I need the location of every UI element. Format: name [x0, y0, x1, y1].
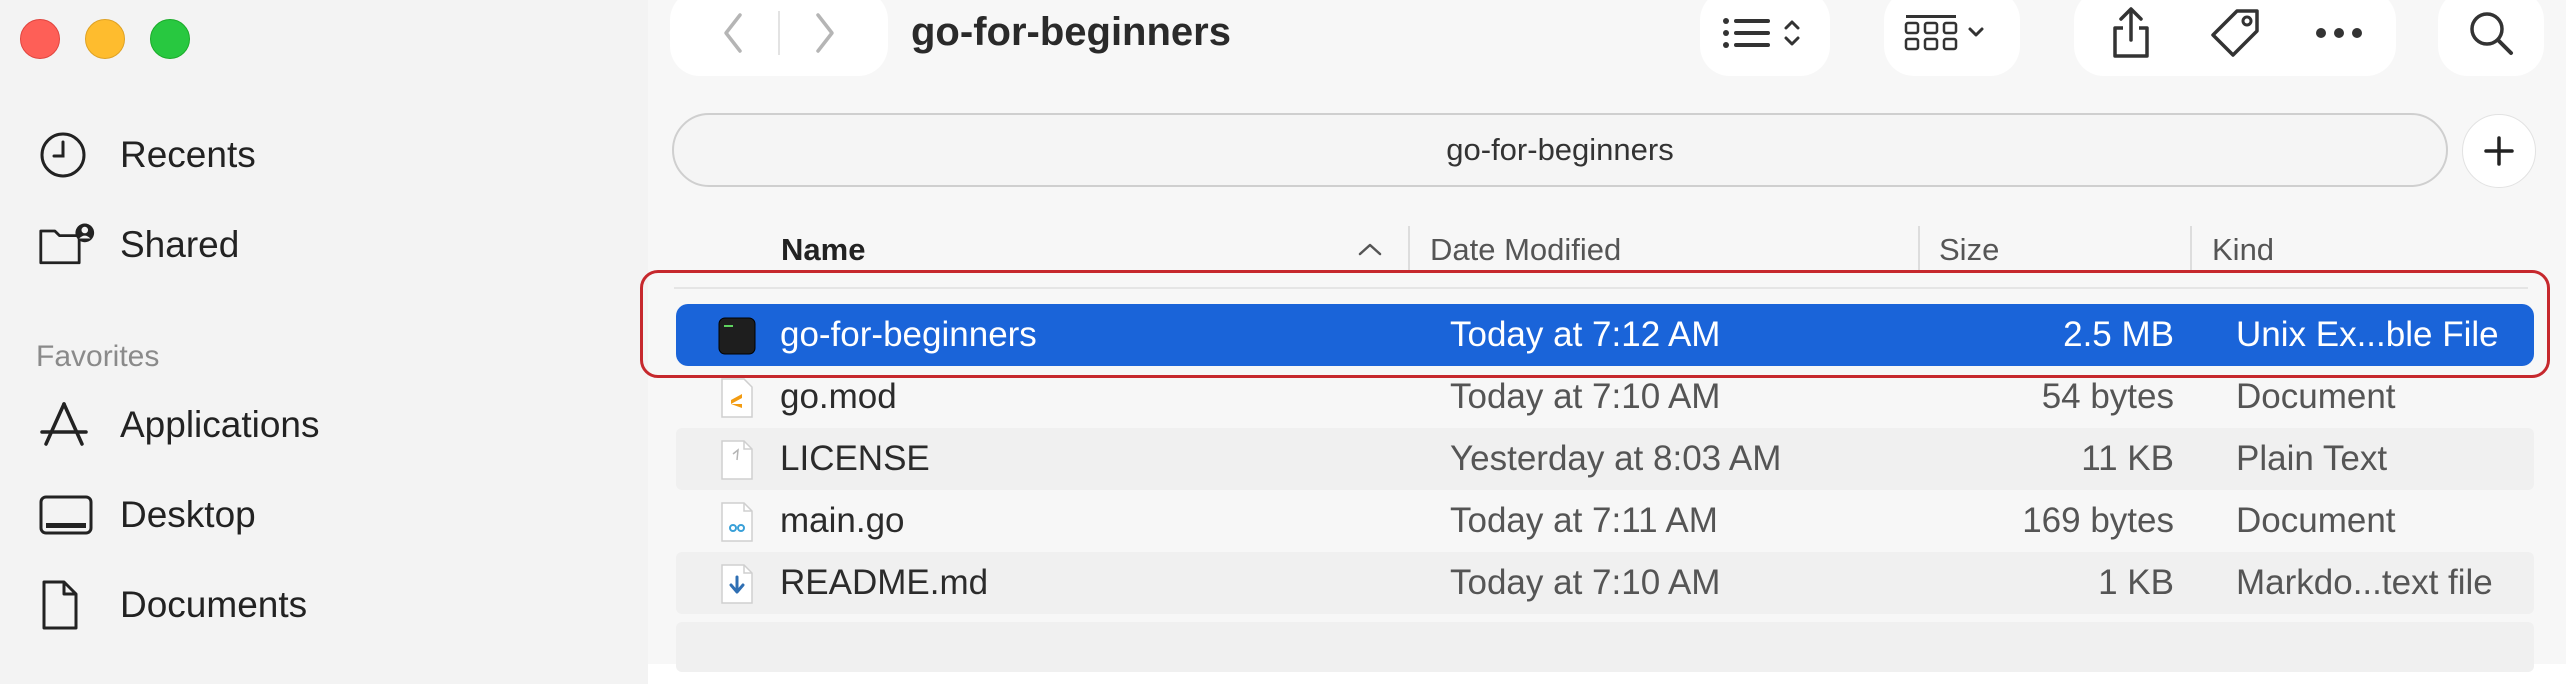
column-header-kind[interactable]: Kind: [2212, 232, 2274, 268]
group-view-button[interactable]: [1884, 0, 2020, 76]
file-size: 1 KB: [2098, 563, 2174, 602]
sidebar-item-label: Applications: [120, 404, 320, 445]
file-date: Yesterday at 8:03 AM: [1450, 439, 1782, 478]
file-name: main.go: [780, 501, 905, 540]
minimize-window-button[interactable]: [85, 19, 125, 59]
forward-button[interactable]: [780, 11, 870, 55]
sidebar-item-label: Desktop: [120, 494, 256, 535]
file-size: 11 KB: [2081, 439, 2174, 478]
sort-ascending-icon[interactable]: [1358, 242, 1382, 256]
column-header-date-modified[interactable]: Date Modified: [1430, 232, 1621, 268]
file-kind: Markdo...text file: [2236, 563, 2493, 602]
chevron-right-icon: [816, 13, 834, 53]
navigation-buttons: [670, 0, 888, 76]
desktop-icon: [38, 489, 96, 541]
path-tab-label: go-for-beginners: [1446, 132, 1674, 167]
tag-icon: [2211, 9, 2259, 57]
column-divider[interactable]: [1918, 226, 1920, 270]
sublime-doc-icon: [721, 378, 753, 418]
sidebar: Recents Shared Favorites Applications De…: [0, 0, 648, 684]
actions-toolbar: [2074, 0, 2396, 76]
sidebar-item-shared[interactable]: Shared: [38, 215, 618, 275]
share-icon: [2113, 7, 2149, 58]
zoom-window-button[interactable]: [150, 19, 190, 59]
window-title: go-for-beginners: [911, 10, 1231, 54]
search-button[interactable]: [2438, 0, 2544, 76]
shared-folder-icon: [38, 219, 96, 271]
sidebar-item-applications[interactable]: Applications: [38, 395, 618, 455]
favorites-heading: Favorites: [36, 340, 160, 373]
grid-view-icon: [1904, 15, 1984, 51]
empty-list-row: [676, 622, 2534, 672]
plus-icon: [2484, 136, 2514, 166]
file-date: Today at 7:10 AM: [1450, 563, 1721, 602]
more-button[interactable]: [2287, 27, 2391, 39]
sidebar-item-recents[interactable]: Recents: [38, 125, 618, 185]
document-icon: [38, 579, 96, 631]
sidebar-item-label: Shared: [120, 224, 240, 265]
list-view-icon: [1723, 18, 1800, 48]
search-icon: [2470, 12, 2513, 55]
file-row-main-go[interactable]: main.go Today at 7:11 AM 169 bytes Docum…: [676, 490, 2534, 552]
file-name: LICENSE: [780, 439, 930, 478]
clock-icon: [38, 129, 96, 181]
file-kind: Document: [2236, 501, 2396, 540]
go-file-icon: [721, 502, 753, 542]
list-view-button[interactable]: [1700, 0, 1830, 76]
plain-text-icon: [721, 440, 753, 480]
file-size: 169 bytes: [2022, 501, 2174, 540]
close-window-button[interactable]: [20, 19, 60, 59]
sidebar-item-label: Recents: [120, 134, 256, 175]
sidebar-item-desktop[interactable]: Desktop: [38, 485, 618, 545]
applications-icon: [38, 399, 96, 451]
file-name: README.md: [780, 563, 989, 602]
file-date: Today at 7:11 AM: [1450, 501, 1718, 540]
column-header-name[interactable]: Name: [781, 232, 865, 268]
sidebar-item-documents[interactable]: Documents: [38, 575, 618, 635]
new-tab-button[interactable]: [2462, 114, 2536, 188]
column-divider[interactable]: [2190, 226, 2192, 270]
ellipsis-icon: [2316, 28, 2362, 38]
selection-highlight-outline: [640, 270, 2550, 378]
file-row-license[interactable]: LICENSE Yesterday at 8:03 AM 11 KB Plain…: [676, 428, 2534, 490]
file-row-readme-md[interactable]: README.md Today at 7:10 AM 1 KB Markdo..…: [676, 552, 2534, 614]
column-header-size[interactable]: Size: [1939, 232, 1999, 268]
markdown-file-icon: [721, 564, 753, 604]
path-tab-bar[interactable]: go-for-beginners: [672, 113, 2448, 187]
chevron-left-icon: [724, 13, 742, 53]
share-button[interactable]: [2079, 6, 2183, 60]
back-button[interactable]: [688, 11, 778, 55]
tag-button[interactable]: [2183, 7, 2287, 59]
sidebar-item-label: Documents: [120, 584, 308, 625]
column-divider[interactable]: [1408, 226, 1410, 270]
file-kind: Plain Text: [2236, 439, 2388, 478]
